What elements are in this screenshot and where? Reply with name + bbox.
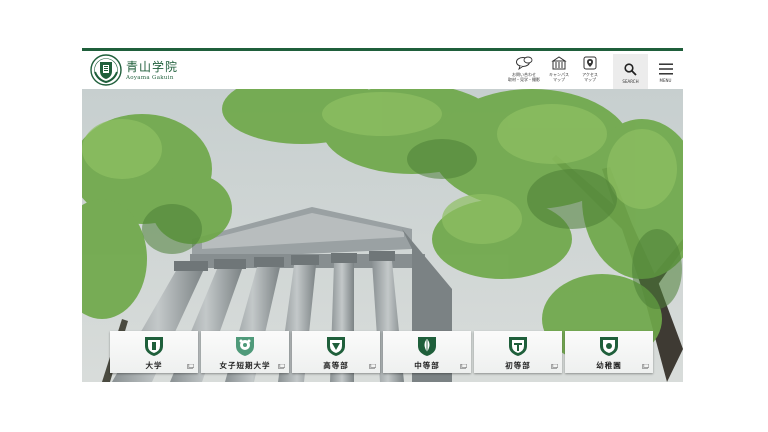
external-link-icon <box>369 364 376 369</box>
brand-name[interactable]: 青山学院 <box>126 58 178 75</box>
leaf-crest-icon <box>418 337 436 356</box>
external-link-icon <box>642 364 649 369</box>
site-frame: 青山学院 Aoyama Gakuin お問い合わせ 取材・見学・撮影 キャンパス… <box>82 48 683 382</box>
school-card-label: 女子短期大学 <box>219 361 271 370</box>
school-card-label: 高等部 <box>323 361 349 370</box>
school-crest-logo[interactable] <box>90 54 122 86</box>
site-header: 青山学院 Aoyama Gakuin お問い合わせ 取材・見学・撮影 キャンパス… <box>82 51 683 92</box>
school-card-junior-college[interactable]: 女子短期大学 <box>201 331 289 373</box>
shield-crest-icon <box>509 337 527 356</box>
external-link-icon <box>460 364 467 369</box>
search-button[interactable]: SEARCH <box>613 54 648 92</box>
external-link-icon <box>278 364 285 369</box>
external-link-icon <box>551 364 558 369</box>
school-card-university[interactable]: 大学 <box>110 331 198 373</box>
brand-name-english: Aoyama Gakuin <box>126 75 174 81</box>
nav-campus-map-label: キャンパス マップ <box>549 72 569 82</box>
nav-access-map-label: アクセス マップ <box>582 72 598 82</box>
nav-contact-label: お問い合わせ 取材・見学・撮影 <box>508 72 540 82</box>
menu-button[interactable]: MENU <box>648 54 683 92</box>
school-card-junior-high[interactable]: 中等部 <box>383 331 471 373</box>
floral-crest-icon <box>236 337 254 356</box>
search-label: SEARCH <box>622 79 639 84</box>
shield-crest-icon <box>327 337 345 356</box>
nav-contact[interactable]: お問い合わせ 取材・見学・撮影 <box>507 55 541 82</box>
nav-campus-map[interactable]: キャンパス マップ <box>542 55 576 82</box>
chat-bubbles-icon <box>516 56 533 71</box>
school-card-label: 大学 <box>145 361 163 370</box>
school-card-kindergarten[interactable]: 幼稚園 <box>565 331 653 373</box>
school-card-label: 中等部 <box>414 361 440 370</box>
menu-label: MENU <box>659 78 672 83</box>
access-map-icon <box>583 56 597 70</box>
external-link-icon <box>187 364 194 369</box>
search-icon <box>624 63 637 76</box>
school-card-label: 初等部 <box>505 361 531 370</box>
school-card-label: 幼稚園 <box>596 361 622 370</box>
shield-crest-icon <box>600 337 618 356</box>
school-links: 大学 女子短期大学 高等部 中等部 初等部 幼稚園 <box>110 331 678 373</box>
nav-access-map[interactable]: アクセス マップ <box>573 55 607 82</box>
hamburger-menu-icon <box>658 63 673 75</box>
shield-crest-icon <box>145 337 163 356</box>
school-card-senior-high[interactable]: 高等部 <box>292 331 380 373</box>
campus-building-icon <box>551 56 567 70</box>
school-card-elementary[interactable]: 初等部 <box>474 331 562 373</box>
